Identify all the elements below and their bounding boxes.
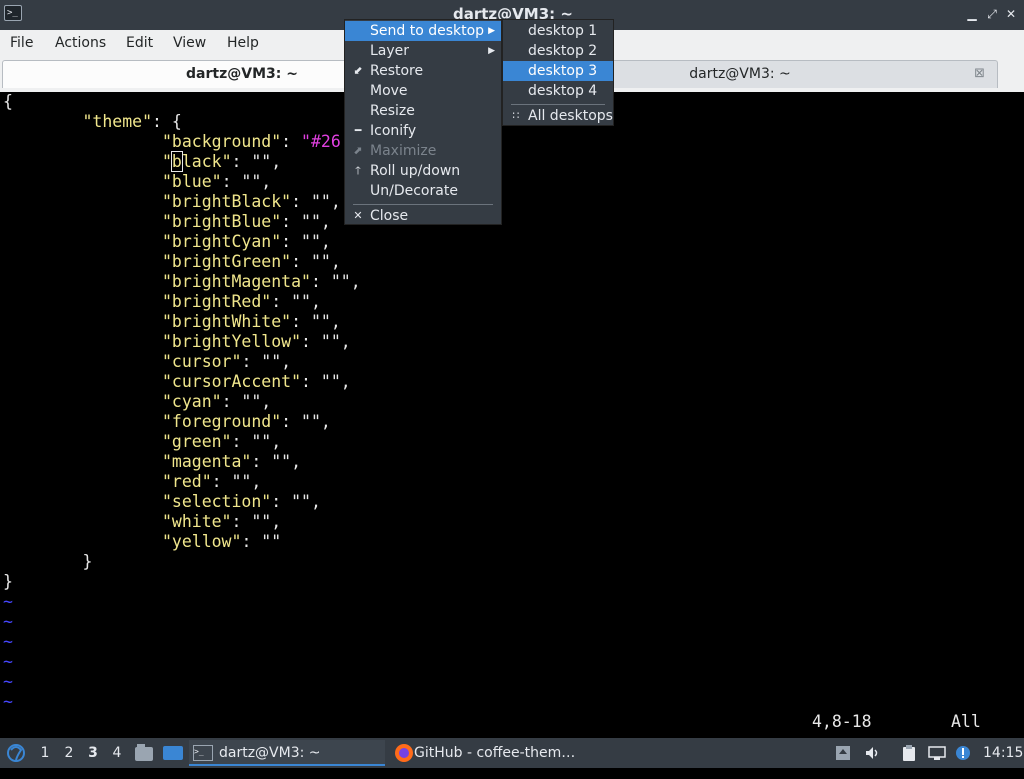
- code-line: "brightBlue": "",: [161, 212, 331, 231]
- task-terminal[interactable]: >_ dartz@VM3: ~: [189, 740, 385, 766]
- firefox-icon: [395, 744, 413, 762]
- menu-help[interactable]: Help: [227, 35, 259, 51]
- submenu-desktop-3[interactable]: desktop 3: [503, 61, 613, 81]
- submenu-arrow-icon: ▶: [488, 46, 495, 56]
- start-menu-button[interactable]: [5, 738, 27, 768]
- code-line: "cursorAccent": "",: [161, 372, 351, 391]
- workspace-1[interactable]: 1: [35, 738, 55, 768]
- code-line: "red": "",: [161, 472, 262, 491]
- workspace-2[interactable]: 2: [59, 738, 79, 768]
- code-line: "brightWhite": "",: [161, 312, 341, 331]
- workspace-3[interactable]: 3: [83, 738, 103, 768]
- empty-line-marker: ~: [3, 632, 13, 651]
- network-icon[interactable]: [928, 745, 946, 761]
- code-line: }: [3, 572, 13, 591]
- close-icon: ✕: [353, 209, 363, 222]
- code-line: "brightBlack": "",: [161, 192, 341, 211]
- menu-iconify[interactable]: ━ Iconify: [345, 121, 501, 141]
- code-line: "cyan": "",: [161, 392, 272, 411]
- volume-icon[interactable]: [864, 745, 880, 761]
- code-line: "brightYellow": "",: [161, 332, 351, 351]
- empty-line-marker: ~: [3, 652, 13, 671]
- menu-maximize: ⬈ Maximize: [345, 141, 501, 161]
- empty-line-marker: ~: [3, 592, 13, 611]
- tab-label: dartz@VM3: ~: [689, 66, 791, 82]
- submenu-desktop-2[interactable]: desktop 2: [503, 41, 613, 61]
- menu-send-to-desktop[interactable]: Send to desktop ▶: [345, 21, 501, 41]
- empty-line-marker: ~: [3, 692, 13, 711]
- menu-roll-up-down[interactable]: 🡑 Roll up/down: [345, 161, 501, 181]
- maximize-button[interactable]: ⤢: [984, 6, 1000, 22]
- code-line: {: [3, 92, 13, 111]
- submenu-desktop-4[interactable]: desktop 4: [503, 81, 613, 101]
- menu-close[interactable]: ✕ Close: [345, 206, 501, 226]
- workspace-4[interactable]: 4: [107, 738, 127, 768]
- code-line: "foreground": "",: [161, 412, 331, 431]
- tab-label: dartz@VM3: ~: [186, 66, 298, 82]
- code-line: "cursor": "",: [161, 352, 292, 371]
- file-manager-icon[interactable]: [134, 738, 154, 768]
- tab-close-icon[interactable]: ⊠: [974, 61, 985, 87]
- code-line-cursor: "black": "",: [161, 151, 282, 172]
- submenu-arrow-icon: ▶: [488, 26, 495, 36]
- close-button[interactable]: ✕: [1003, 6, 1019, 22]
- text-cursor: b: [170, 151, 183, 172]
- desktop-submenu: desktop 1 desktop 2 desktop 3 desktop 4 …: [502, 19, 614, 126]
- upload-icon[interactable]: [835, 745, 851, 761]
- menu-edit[interactable]: Edit: [126, 35, 153, 51]
- terminal-app-icon[interactable]: >_: [4, 5, 22, 21]
- code-line: "brightRed": "",: [161, 292, 321, 311]
- taskbar: 1 2 3 4 >_ dartz@VM3: ~ GitHub - coffee-t…: [0, 738, 1024, 768]
- submenu-all-desktops[interactable]: ∷ All desktops: [503, 106, 613, 126]
- scroll-position: All: [951, 712, 981, 731]
- menu-resize[interactable]: Resize: [345, 101, 501, 121]
- menu-undecorate[interactable]: Un/Decorate: [345, 181, 501, 201]
- terminal-area[interactable]: { "theme": { "background": "#26 "black":…: [0, 92, 1024, 738]
- code-line: "blue": "",: [161, 172, 272, 191]
- menu-file[interactable]: File: [10, 35, 33, 51]
- menu-restore[interactable]: ⬋ Restore: [345, 61, 501, 81]
- code-line: }: [82, 552, 93, 571]
- code-line: "theme": {: [82, 112, 182, 131]
- menu-separator: [511, 104, 605, 105]
- cursor-position: 4,8-18: [812, 712, 872, 731]
- update-notifier-icon[interactable]: [955, 745, 971, 761]
- menu-actions[interactable]: Actions: [55, 35, 106, 51]
- submenu-desktop-1[interactable]: desktop 1: [503, 21, 613, 41]
- menu-separator: [353, 204, 493, 205]
- code-line: "green": "",: [161, 432, 282, 451]
- restore-icon: ⬋: [353, 64, 363, 77]
- clock[interactable]: 14:15: [983, 738, 1023, 768]
- roll-up-icon: 🡑: [355, 164, 361, 177]
- code-line: "white": "",: [161, 512, 282, 531]
- empty-line-marker: ~: [3, 672, 13, 691]
- code-line: "brightMagenta": "",: [161, 272, 361, 291]
- minimize-button[interactable]: ▁: [964, 6, 980, 22]
- task-browser[interactable]: GitHub - coffee-them…: [392, 740, 592, 766]
- start-menu-icon: [7, 744, 25, 762]
- maximize-icon: ⬈: [353, 144, 363, 157]
- iconify-icon: ━: [354, 124, 362, 137]
- all-desktops-icon: ∷: [512, 109, 520, 122]
- code-line: "yellow": "": [161, 532, 282, 551]
- menu-view[interactable]: View: [173, 35, 206, 51]
- code-line: "selection": "",: [161, 492, 321, 511]
- code-line: "brightGreen": "",: [161, 252, 341, 271]
- code-line: "brightCyan": "",: [161, 232, 331, 251]
- empty-line-marker: ~: [3, 612, 13, 631]
- menu-layer[interactable]: Layer ▶: [345, 41, 501, 61]
- code-line: "magenta": "",: [161, 452, 302, 471]
- show-desktop-icon[interactable]: [162, 738, 184, 768]
- menu-move[interactable]: Move: [345, 81, 501, 101]
- window-context-menu: Send to desktop ▶ Layer ▶ ⬋ Restore Move…: [344, 19, 502, 225]
- code-line: "background": "#26: [161, 132, 341, 151]
- terminal-icon: >_: [193, 745, 213, 761]
- clipboard-icon[interactable]: [901, 745, 917, 761]
